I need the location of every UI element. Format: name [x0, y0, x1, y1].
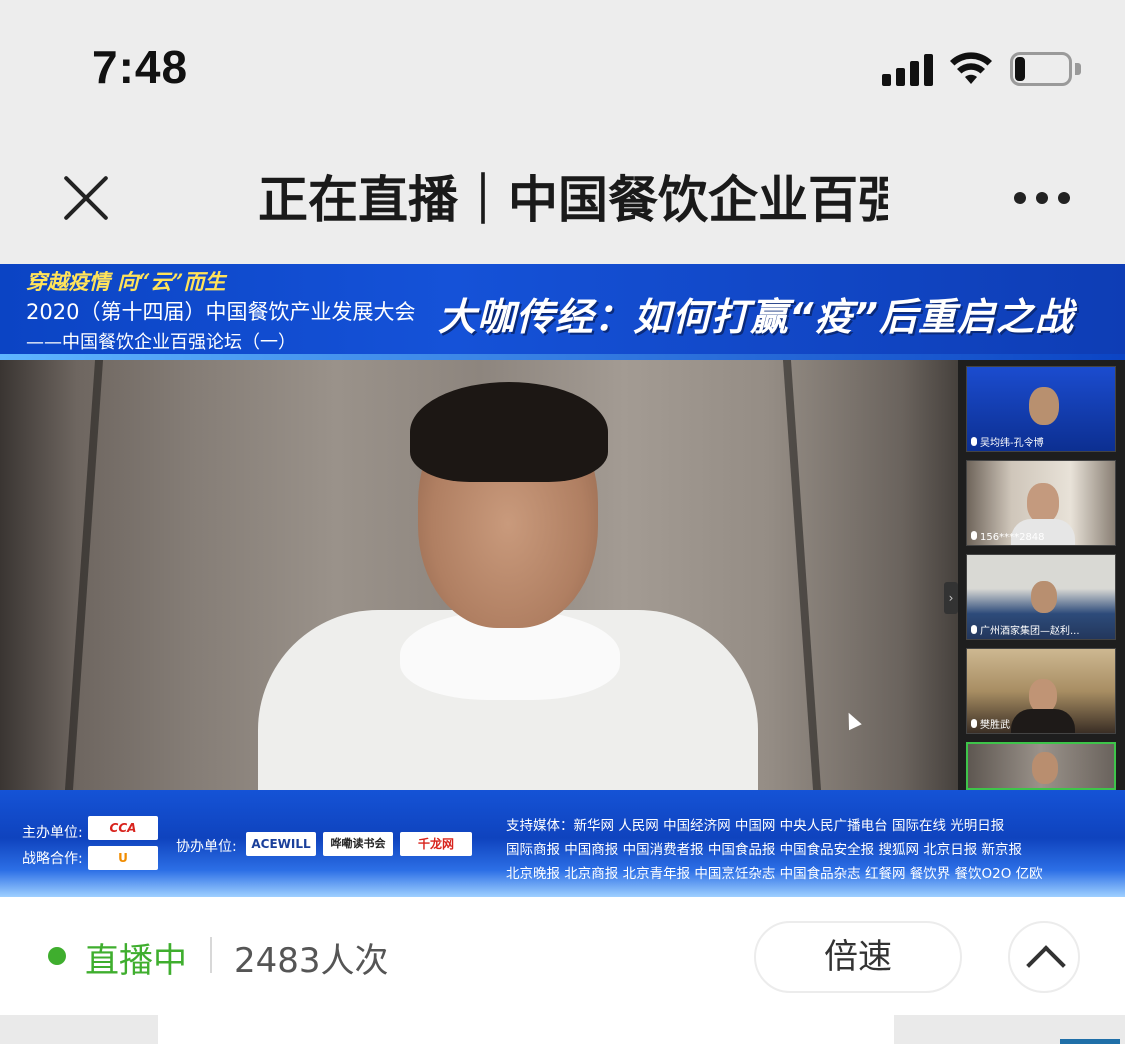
participant-name: 广州酒家集团—赵利...	[980, 626, 1080, 637]
participant-thumb[interactable]: 156****2848	[966, 460, 1116, 546]
more-dots-icon[interactable]	[1010, 186, 1074, 210]
close-icon[interactable]	[58, 170, 114, 226]
support-media-line: 支持媒体：新华网 人民网 中国经济网 中国网 中央人民广播电台 国际在线 光明日…	[506, 818, 1005, 834]
strategic-label: 战略合作:	[22, 851, 83, 867]
video-banner-top: 穿越疫情 向“云”而生 2020（第十四届）中国餐饮产业发展大会 ——中国餐饮企…	[0, 264, 1125, 360]
co-organizer-label: 协办单位:	[176, 839, 237, 855]
main-speaker-video	[0, 360, 960, 790]
status-bar: 7:48	[0, 0, 1125, 130]
participant-thumbnails: 吴均纬-孔令博 156****2848 广州酒家集团—赵利... 樊胜武	[958, 360, 1125, 790]
content-card	[158, 1015, 894, 1044]
banner-slogan: 穿越疫情 向“云”而生	[26, 269, 226, 294]
participant-thumb[interactable]: 樊胜武	[966, 648, 1116, 734]
playback-speed-button[interactable]: 倍速	[754, 921, 962, 993]
support-media-line: 国际商报 中国商报 中国消费者报 中国食品报 中国食品安全报 搜狐网 北京日报 …	[506, 842, 1023, 858]
content-below	[0, 1015, 1125, 1044]
participant-name: 吴均纬-孔令博	[980, 438, 1044, 449]
thumbnail-toggle-chevron-icon[interactable]: ›	[944, 582, 958, 614]
divider	[210, 937, 212, 973]
battery-icon	[1010, 52, 1082, 86]
co-logo-reading-club: 哗嘞读书会	[323, 832, 393, 856]
wifi-icon	[950, 52, 992, 84]
page-title: 正在直播｜中国餐饮企业百强	[258, 171, 888, 229]
chevron-up-icon[interactable]	[1008, 921, 1080, 993]
strategic-logo: U	[88, 846, 158, 870]
participant-thumb[interactable]: 吴均纬-孔令博	[966, 366, 1116, 452]
support-media-line: 北京晚报 北京商报 北京青年报 中国烹饪杂志 中国食品杂志 红餐网 餐饮界 餐饮…	[506, 866, 1043, 882]
live-info-bar: 直播中 2483人次 倍速	[0, 897, 1125, 1015]
co-logo-acewill: ACEWILL	[246, 832, 316, 856]
live-status-label: 直播中	[85, 941, 187, 981]
banner-title: 2020（第十四届）中国餐饮产业发展大会	[26, 300, 416, 324]
participant-thumb-active[interactable]	[966, 742, 1116, 790]
battery-level	[1015, 57, 1025, 81]
signal-bars-icon	[882, 52, 934, 86]
banner-subtitle: ——中国餐饮企业百强论坛（一）	[26, 332, 296, 353]
live-status-dot-icon	[48, 947, 66, 965]
nav-bar: 正在直播｜中国餐饮企业百强	[0, 130, 1125, 264]
participant-thumb[interactable]: 广州酒家集团—赵利...	[966, 554, 1116, 640]
participant-name: 樊胜武	[980, 720, 1010, 731]
video-banner-bottom: 主办单位: CCA 战略合作: U 协办单位: ACEWILL 哗嘞读书会 千龙…	[0, 790, 1125, 897]
viewer-count: 2483人次	[234, 941, 389, 981]
banner-headline: 大咖传经：如何打赢“疫”后重启之战	[438, 295, 1074, 339]
participant-name: 156****2848	[980, 532, 1045, 543]
live-video-player[interactable]: 穿越疫情 向“云”而生 2020（第十四届）中国餐饮产业发展大会 ——中国餐饮企…	[0, 264, 1125, 897]
host-label: 主办单位:	[22, 825, 83, 841]
co-logo-qianlong: 千龙网	[400, 832, 472, 856]
status-time: 7:48	[92, 41, 189, 93]
host-logo: CCA	[88, 816, 158, 840]
mouse-cursor-icon	[842, 709, 862, 731]
